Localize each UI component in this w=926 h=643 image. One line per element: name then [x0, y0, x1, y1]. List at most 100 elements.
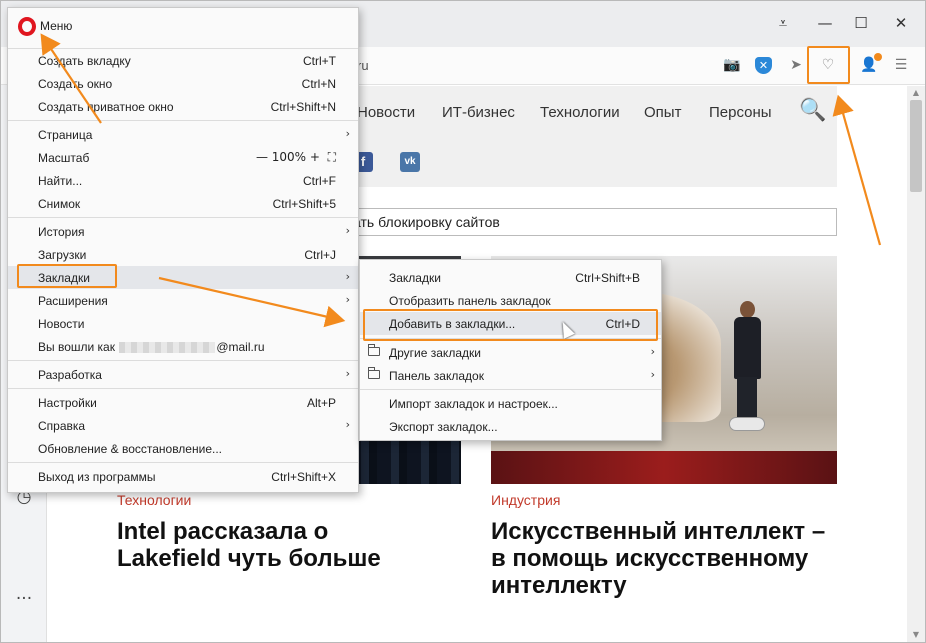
- menu-item-update-recovery[interactable]: Обновление & восстановление...: [8, 437, 358, 460]
- menu-item-account[interactable]: Вы вошли как @mail.ru: [8, 335, 358, 358]
- close-button[interactable]: ✕: [889, 11, 913, 35]
- chevron-right-icon: ›: [345, 224, 350, 237]
- article-category[interactable]: Индустрия: [491, 492, 560, 508]
- menu-item-page[interactable]: Страница ›: [8, 123, 358, 146]
- scrollbar[interactable]: ▲ ▼: [907, 86, 925, 642]
- menu-item-shortcut: Ctrl+J: [304, 248, 336, 262]
- menu-item-label: Страница: [38, 128, 93, 142]
- menu-item-private-window[interactable]: Создать приватное окно Ctrl+Shift+N: [8, 95, 358, 118]
- menu-item-label: История: [38, 225, 85, 239]
- menu-item-label: Создать окно: [38, 77, 113, 91]
- notice-text: ать блокировку сайтов: [353, 214, 500, 230]
- browser-window: ⩡ — ☐ ✕ ru 📷 ➤ ♡ 👤 ☰ ✕ ◷ ··· Новости ИТ-…: [0, 0, 926, 643]
- submenu-item-label: Другие закладки: [389, 346, 481, 360]
- menu-item-help[interactable]: Справка ›: [8, 414, 358, 437]
- minimize-button[interactable]: —: [813, 11, 837, 35]
- tab-list-icon[interactable]: ⩡: [771, 11, 795, 35]
- menu-item-history[interactable]: История ›: [8, 220, 358, 243]
- folder-icon: [368, 367, 380, 379]
- scroll-up-arrow[interactable]: ▲: [911, 88, 921, 98]
- menu-item-extensions[interactable]: Расширения ›: [8, 289, 358, 312]
- nav-persons[interactable]: Персоны: [709, 104, 772, 121]
- menu-item-snapshot[interactable]: Снимок Ctrl+Shift+5: [8, 192, 358, 215]
- menu-item-label: Создать приватное окно: [38, 100, 174, 114]
- menu-item-downloads[interactable]: Загрузки Ctrl+J: [8, 243, 358, 266]
- adblock-shield-icon[interactable]: ✕: [755, 57, 772, 74]
- submenu-item-label: Экспорт закладок...: [389, 420, 498, 434]
- menu-item-news[interactable]: Новости: [8, 312, 358, 335]
- snapshot-camera-icon[interactable]: 📷: [722, 55, 742, 75]
- chevron-right-icon: ›: [345, 270, 350, 283]
- menu-item-shortcut: Ctrl+F: [303, 174, 336, 188]
- menu-item-label: Расширения: [38, 294, 108, 308]
- submenu-item-label: Отобразить панель закладок: [389, 294, 551, 308]
- menu-item-settings[interactable]: Настройки Alt+P: [8, 391, 358, 414]
- menu-item-label: Выход из программы: [38, 470, 156, 484]
- submenu-item-bookmarks[interactable]: Закладки Ctrl+Shift+B: [360, 266, 661, 289]
- menu-item-label: Вы вошли как @mail.ru: [38, 340, 265, 354]
- menu-item-shortcut: Ctrl+Shift+N: [270, 100, 336, 114]
- stage-band: [491, 451, 837, 484]
- fullscreen-icon[interactable]: ⛶: [328, 150, 336, 164]
- menu-item-label: Снимок: [38, 197, 81, 211]
- send-flow-icon[interactable]: ➤: [786, 55, 806, 75]
- menu-item-developer[interactable]: Разработка ›: [8, 363, 358, 386]
- nav-technology[interactable]: Технологии: [540, 104, 620, 121]
- menu-item-shortcut: Ctrl+Shift+X: [271, 470, 336, 484]
- opera-logo-icon: [18, 17, 36, 36]
- menu-item-shortcut: Alt+P: [306, 396, 336, 410]
- signed-in-prefix: Вы вошли как: [38, 340, 115, 354]
- nav-news[interactable]: Новости: [357, 104, 415, 121]
- menu-item-new-tab[interactable]: Создать вкладку Ctrl+T: [8, 49, 358, 72]
- submenu-item-bookmarks-bar[interactable]: Панель закладок ›: [360, 364, 661, 387]
- chevron-right-icon: ›: [345, 418, 350, 431]
- menu-item-label: Разработка: [38, 368, 102, 382]
- site-search-icon[interactable]: 🔍: [799, 98, 826, 123]
- menu-item-new-window[interactable]: Создать окно Ctrl+N: [8, 72, 358, 95]
- menu-item-exit[interactable]: Выход из программы Ctrl+Shift+X: [8, 465, 358, 488]
- nav-it-business[interactable]: ИТ-бизнес: [442, 104, 515, 121]
- redacted-email: [119, 342, 216, 354]
- article-headline[interactable]: Искусственный интеллект – в помощь искус…: [491, 518, 839, 599]
- submenu-item-label: Панель закладок: [389, 369, 484, 383]
- submenu-item-export[interactable]: Экспорт закладок...: [360, 415, 661, 438]
- submenu-item-label: Закладки: [389, 271, 441, 285]
- maximize-button[interactable]: ☐: [849, 11, 873, 35]
- main-menu: Меню Создать вкладку Ctrl+T Создать окно…: [7, 7, 359, 493]
- more-icon[interactable]: ···: [13, 589, 35, 611]
- menu-title: Меню: [40, 19, 73, 33]
- chevron-right-icon: ›: [345, 293, 350, 306]
- scroll-down-arrow[interactable]: ▼: [911, 630, 921, 640]
- chevron-right-icon: ›: [650, 368, 655, 381]
- menu-item-label: Создать вкладку: [38, 54, 131, 68]
- chevron-right-icon: ›: [650, 345, 655, 358]
- nav-experience[interactable]: Опыт: [644, 104, 681, 121]
- speaker-figure: [729, 301, 765, 436]
- menu-item-label: Масштаб: [38, 151, 90, 165]
- submenu-item-shortcut: Ctrl+Shift+B: [575, 271, 640, 285]
- zoom-value[interactable]: — 100% +: [256, 150, 320, 164]
- menu-item-label: Загрузки: [38, 248, 87, 262]
- menu-item-zoom[interactable]: Масштаб — 100% + ⛶: [8, 146, 358, 169]
- vk-icon[interactable]: vk: [400, 152, 420, 172]
- signed-in-domain: @mail.ru: [216, 340, 265, 354]
- chevron-right-icon: ›: [345, 367, 350, 380]
- menu-item-shortcut: Ctrl+Shift+5: [272, 197, 336, 211]
- highlight-heart: [807, 46, 850, 84]
- menu-item-find[interactable]: Найти... Ctrl+F: [8, 169, 358, 192]
- bookmarks-submenu: Закладки Ctrl+Shift+B Отобразить панель …: [359, 259, 662, 441]
- zoom-control[interactable]: — 100% + ⛶: [256, 150, 336, 165]
- easy-setup-icon[interactable]: ☰: [891, 55, 911, 75]
- menu-item-label: Обновление & восстановление...: [38, 442, 222, 456]
- article-category[interactable]: Технологии: [117, 492, 191, 508]
- menu-item-label: Новости: [38, 317, 85, 331]
- submenu-item-import[interactable]: Импорт закладок и настроек...: [360, 392, 661, 415]
- folder-icon: [368, 344, 380, 356]
- article-headline[interactable]: Intel рассказала о Lakefield чуть больше: [117, 518, 407, 572]
- notification-badge: [874, 53, 882, 61]
- menu-header[interactable]: Меню: [8, 8, 358, 44]
- submenu-item-other-bookmarks[interactable]: Другие закладки ›: [360, 341, 661, 364]
- menu-item-label: Справка: [38, 419, 86, 433]
- menu-item-label: Настройки: [38, 396, 97, 410]
- scroll-thumb[interactable]: [910, 100, 922, 192]
